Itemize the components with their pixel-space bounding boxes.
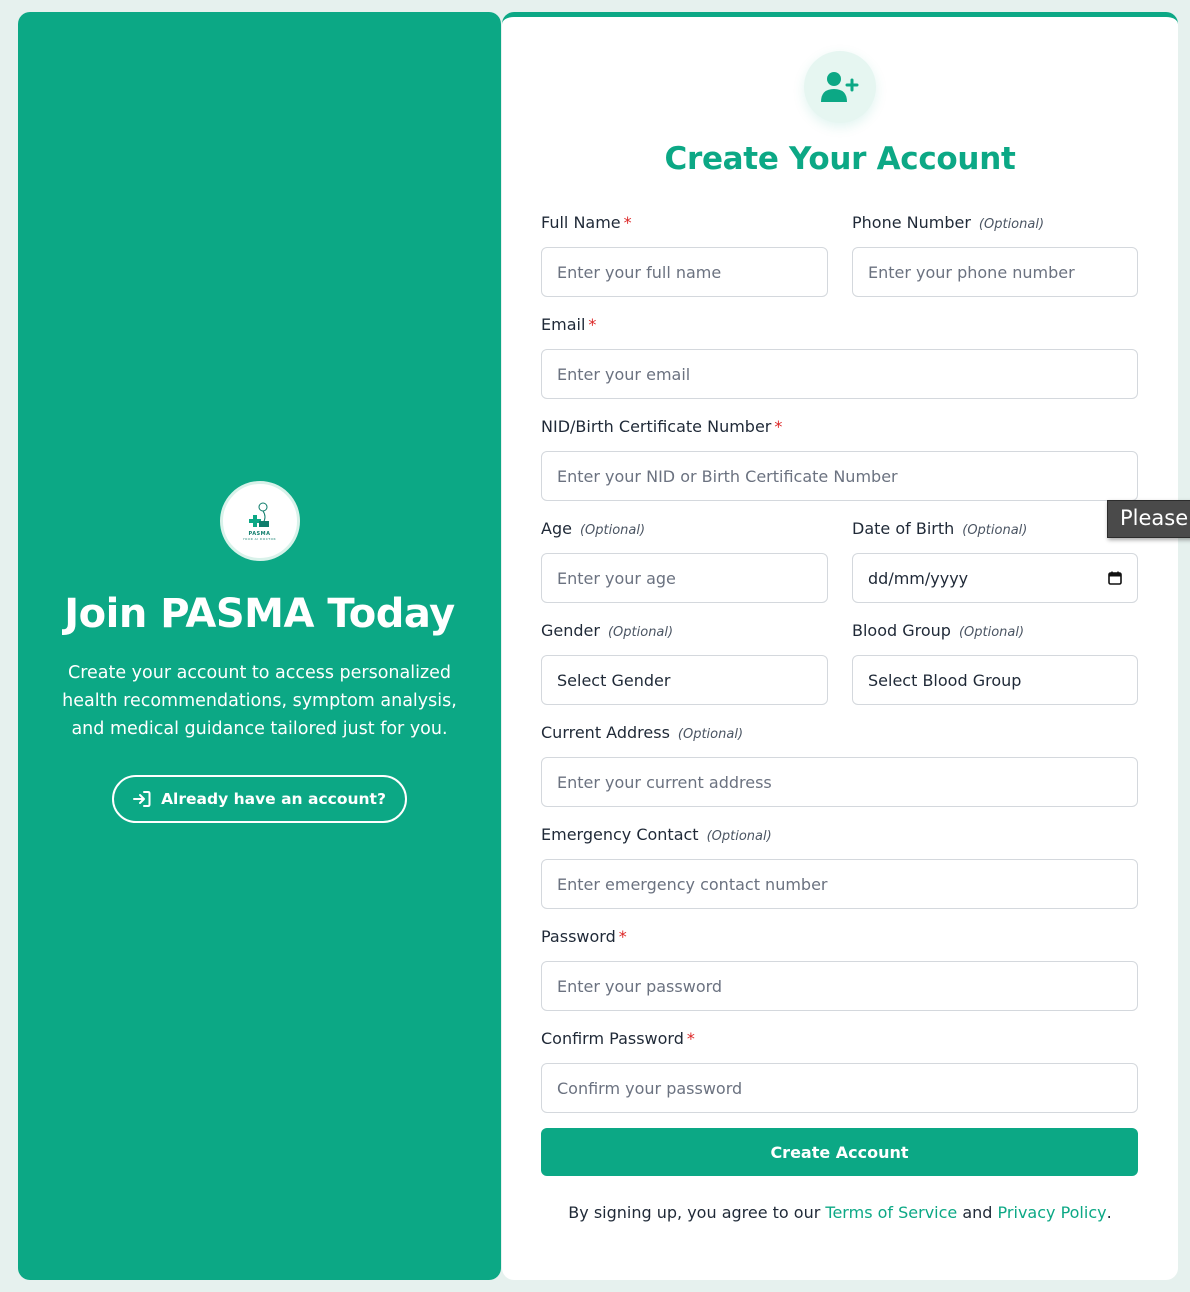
gender-group: Gender (Optional) Select Gender: [541, 621, 828, 705]
dob-value: dd/mm/yyyy: [868, 568, 969, 588]
age-group: Age (Optional) Enter your age: [541, 519, 828, 603]
nid-input[interactable]: Enter your NID or Birth Certificate Numb…: [541, 451, 1138, 501]
blood-group-group: Blood Group (Optional) Select Blood Group: [852, 621, 1138, 705]
age-input[interactable]: Enter your age: [541, 553, 828, 603]
phone-input[interactable]: Enter your phone number: [852, 247, 1138, 297]
gender-label: Gender (Optional): [541, 621, 674, 640]
welcome-title: Join PASMA Today: [64, 591, 455, 637]
address-input[interactable]: Enter your current address: [541, 757, 1138, 807]
full-name-input[interactable]: Enter your full name: [541, 247, 828, 297]
privacy-policy-link[interactable]: Privacy Policy: [998, 1203, 1107, 1222]
terms-notice: By signing up, you agree to our Terms of…: [568, 1203, 1112, 1222]
confirm-password-input[interactable]: Confirm your password: [541, 1063, 1138, 1113]
address-group: Current Address (Optional) Enter your cur…: [541, 723, 1138, 807]
nid-label: NID/Birth Certificate Number *: [541, 417, 783, 436]
calendar-icon[interactable]: [1108, 571, 1122, 585]
terms-of-service-link[interactable]: Terms of Service: [825, 1203, 957, 1222]
password-group: Password * Enter your password: [541, 927, 1138, 1011]
blood-group-select[interactable]: Select Blood Group: [852, 655, 1138, 705]
login-link-button[interactable]: Already have an account?: [112, 775, 407, 823]
phone-label: Phone Number (Optional): [852, 213, 1045, 232]
form-title: Create Your Account: [664, 141, 1016, 177]
nid-group: NID/Birth Certificate Number * Enter your…: [541, 417, 1138, 501]
dob-input[interactable]: dd/mm/yyyy: [852, 553, 1138, 603]
login-link-label: Already have an account?: [161, 790, 386, 808]
blood-group-label: Blood Group (Optional): [852, 621, 1025, 640]
password-input[interactable]: Enter your password: [541, 961, 1138, 1011]
password-label: Password *: [541, 927, 627, 946]
email-input[interactable]: Enter your email: [541, 349, 1138, 399]
gender-select[interactable]: Select Gender: [541, 655, 828, 705]
address-label: Current Address (Optional): [541, 723, 744, 742]
create-account-button[interactable]: Create Account: [541, 1128, 1138, 1176]
email-label: Email *: [541, 315, 597, 334]
validation-tooltip: Please: [1107, 500, 1190, 538]
dob-group: Date of Birth (Optional) dd/mm/yyyy: [852, 519, 1138, 603]
welcome-panel: PASMA YOUR AI DOCTOR Join PASMA Today Cr…: [18, 12, 501, 1280]
full-name-group: Full Name * Enter your full name: [541, 213, 828, 297]
confirm-password-group: Confirm Password * Confirm your password: [541, 1029, 1138, 1113]
emergency-input[interactable]: Enter emergency contact number: [541, 859, 1138, 909]
logo-subtext: YOUR AI DOCTOR: [242, 537, 277, 541]
age-label: Age (Optional): [541, 519, 646, 538]
full-name-label: Full Name *: [541, 213, 632, 232]
phone-group: Phone Number (Optional) Enter your phone …: [852, 213, 1138, 297]
pasma-logo: PASMA YOUR AI DOCTOR: [219, 481, 300, 561]
email-group: Email * Enter your email: [541, 315, 1138, 399]
emergency-group: Emergency Contact (Optional) Enter emerge…: [541, 825, 1138, 909]
welcome-description: Create your account to access personaliz…: [62, 663, 457, 739]
doctor-logo-icon: [248, 502, 269, 527]
confirm-password-label: Confirm Password *: [541, 1029, 695, 1048]
user-plus-icon: [821, 72, 859, 102]
dob-label: Date of Birth (Optional): [852, 519, 1028, 538]
sign-in-icon: [133, 791, 151, 807]
emergency-label: Emergency Contact (Optional): [541, 825, 772, 844]
avatar-badge: [804, 51, 876, 123]
signup-form-card: Create Your Account Full Name * Enter you…: [502, 12, 1178, 1280]
